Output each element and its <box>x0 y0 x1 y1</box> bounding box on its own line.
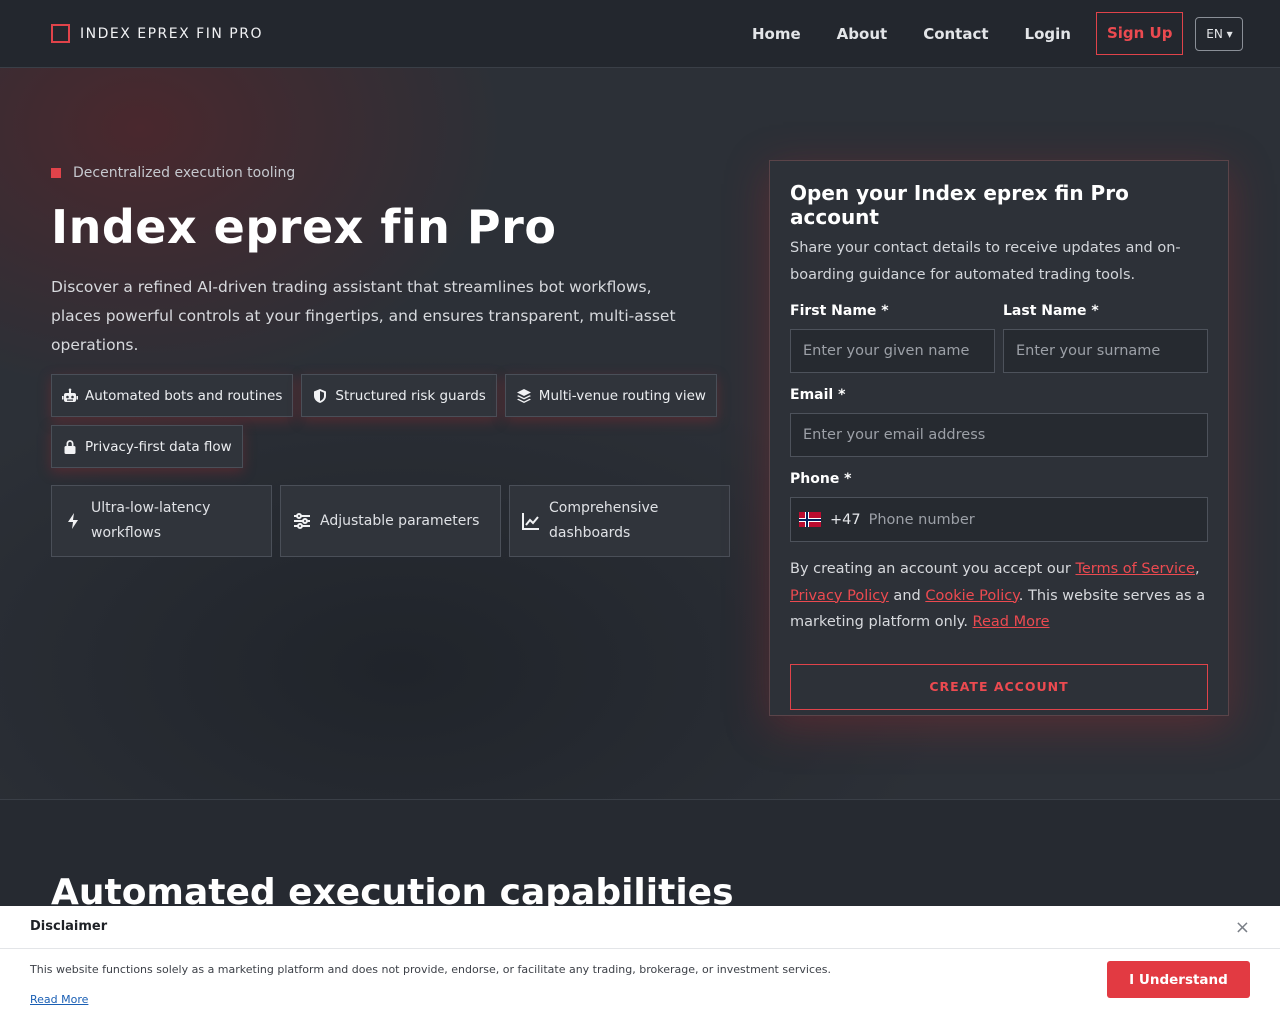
phone-label: Phone * <box>790 471 852 487</box>
disclaimer-header: Disclaimer × <box>0 906 1280 949</box>
chip-label: Multi-venue routing view <box>538 387 706 404</box>
shield-icon <box>314 388 327 403</box>
site-header: INDEX EPREX FIN PRO Home About Contact L… <box>0 0 1280 68</box>
last-name-input[interactable] <box>1003 329 1208 373</box>
norway-flag-icon[interactable] <box>799 512 821 527</box>
main-nav: Home About Contact Login Sign Up EN ▾ <box>752 12 1244 55</box>
square-bullet-icon <box>51 168 61 178</box>
logo[interactable]: INDEX EPREX FIN PRO <box>51 24 263 43</box>
understand-button[interactable]: I Understand <box>1107 961 1250 998</box>
language-selector[interactable]: EN ▾ <box>1195 16 1244 51</box>
chip-routing-view: Multi-venue routing view <box>504 374 717 417</box>
hero-chips: Automated bots and routines Structured r… <box>51 374 751 476</box>
phone-input[interactable] <box>868 499 1199 540</box>
logo-square-icon <box>51 24 70 43</box>
chip-label: Automated bots and routines <box>85 387 283 404</box>
disclaimer-text: This website functions solely as a marke… <box>30 963 831 976</box>
feature-low-latency: Ultra-low-latency workflows <box>51 485 272 557</box>
feature-label: Ultra-low-latency workflows <box>91 500 211 541</box>
terms-prefix: By creating an account you accept our <box>790 561 1076 577</box>
nav-contact[interactable]: Contact <box>923 25 988 43</box>
feature-dashboards: Comprehensive dashboards <box>509 485 730 557</box>
privacy-policy-link[interactable]: Privacy Policy <box>790 588 889 604</box>
dial-code[interactable]: +47 <box>830 512 861 528</box>
chart-line-icon <box>522 513 539 530</box>
nav-signup-button[interactable]: Sign Up <box>1095 12 1184 55</box>
robot-icon <box>62 388 78 402</box>
hero-eyebrow: Decentralized execution tooling <box>51 165 295 181</box>
create-account-button[interactable]: CREATE ACCOUNT <box>790 663 1208 710</box>
form-subtitle: Share your contact details to receive up… <box>790 240 1181 283</box>
hero-description: Discover a refined AI-driven trading ass… <box>51 278 676 354</box>
lock-icon <box>64 439 76 454</box>
chip-automated-bots: Automated bots and routines <box>51 374 294 417</box>
logo-text: INDEX EPREX FIN PRO <box>80 25 263 42</box>
chip-label: Privacy-first data flow <box>85 438 232 455</box>
hero-title: Index eprex fin Pro <box>51 200 557 254</box>
phone-group: Phone * +47 <box>790 471 1208 542</box>
signup-form-card: Open your Index eprex fin Pro account Sh… <box>769 160 1229 716</box>
chip-label: Structured risk guards <box>335 387 486 404</box>
feature-parameters: Adjustable parameters <box>280 485 501 557</box>
phone-field: +47 <box>790 497 1208 542</box>
terms-and: and <box>888 587 926 604</box>
sliders-icon <box>294 513 310 529</box>
eyebrow-text: Decentralized execution tooling <box>73 165 296 181</box>
bolt-icon <box>68 513 78 529</box>
email-group: Email * <box>790 387 1208 457</box>
email-label: Email * <box>790 387 846 403</box>
layers-icon <box>516 388 531 403</box>
disclaimer-read-more-link[interactable]: Read More <box>30 993 88 1006</box>
first-name-label: First Name * <box>790 303 889 319</box>
nav-login[interactable]: Login <box>1025 25 1071 43</box>
chip-privacy: Privacy-first data flow <box>51 425 243 468</box>
form-title: Open your Index eprex fin Pro account <box>790 181 1129 229</box>
terms-text: By creating an account you accept our Te… <box>790 556 1208 636</box>
disclaimer-title: Disclaimer <box>30 919 108 934</box>
phone-row: Phone * +47 <box>790 471 1208 542</box>
feature-label: Adjustable parameters <box>320 512 480 529</box>
email-input[interactable] <box>790 413 1208 457</box>
disclaimer-banner: Disclaimer × This website functions sole… <box>0 906 1280 1024</box>
cookie-policy-link[interactable]: Cookie Policy <box>925 588 1018 604</box>
hero-section: Decentralized execution tooling Index ep… <box>0 68 1280 800</box>
close-icon[interactable]: × <box>1235 919 1250 937</box>
email-row: Email * <box>790 387 1208 457</box>
read-more-link[interactable]: Read More <box>973 614 1050 630</box>
terms-of-service-link[interactable]: Terms of Service <box>1075 561 1194 577</box>
first-name-input[interactable] <box>790 329 995 373</box>
nav-home[interactable]: Home <box>752 25 801 43</box>
chip-risk-guards: Structured risk guards <box>301 374 497 417</box>
name-row: First Name * Last Name * <box>790 303 1208 373</box>
last-name-group: Last Name * <box>1003 303 1208 373</box>
first-name-group: First Name * <box>790 303 995 373</box>
last-name-label: Last Name * <box>1003 303 1099 319</box>
nav-about[interactable]: About <box>837 25 888 43</box>
terms-comma: , <box>1194 561 1200 577</box>
feature-label: Comprehensive dashboards <box>549 500 659 541</box>
hero-features: Ultra-low-latency workflows Adjustable p… <box>51 485 738 557</box>
